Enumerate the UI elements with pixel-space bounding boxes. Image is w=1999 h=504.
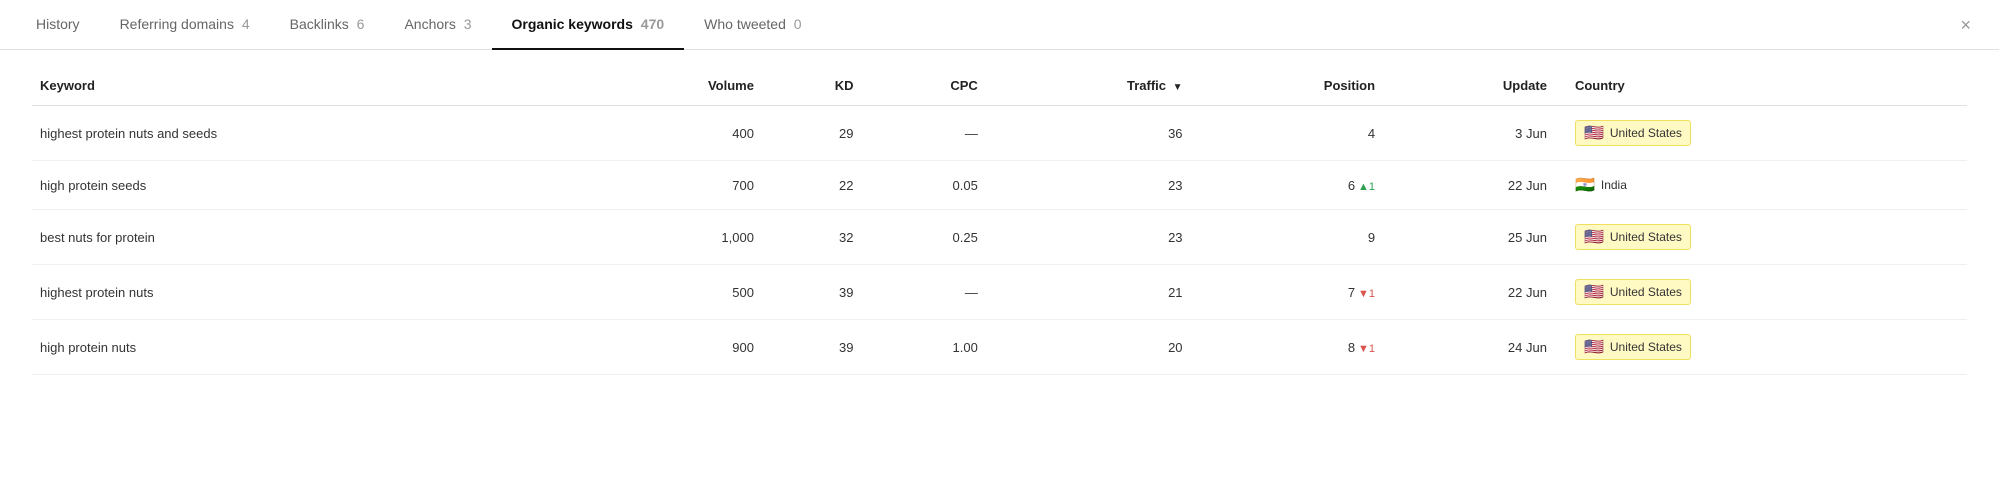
tab-backlinks[interactable]: Backlinks 6 [270, 0, 385, 50]
cell-kd: 29 [762, 106, 862, 161]
country-plain: 🇮🇳 India [1575, 175, 1627, 195]
country-name: United States [1610, 285, 1682, 299]
country-badge: 🇺🇸 United States [1575, 334, 1691, 360]
cell-update: 3 Jun [1383, 106, 1555, 161]
cell-cpc: 0.25 [861, 210, 985, 265]
cell-position: 4 [1191, 106, 1384, 161]
cell-position: 6▲1 [1191, 161, 1384, 210]
col-header-keyword: Keyword [32, 66, 585, 106]
country-flag: 🇮🇳 [1575, 175, 1595, 195]
cell-cpc: 1.00 [861, 320, 985, 375]
cell-kd: 39 [762, 265, 862, 320]
col-header-update: Update [1383, 66, 1555, 106]
tab-organic-keywords[interactable]: Organic keywords 470 [492, 0, 685, 50]
cell-traffic: 23 [986, 161, 1191, 210]
cell-update: 25 Jun [1383, 210, 1555, 265]
cell-keyword: best nuts for protein [32, 210, 585, 265]
table-row: highest protein nuts50039—217▼122 Jun 🇺🇸 U… [32, 265, 1967, 320]
country-flag: 🇺🇸 [1584, 123, 1604, 143]
cell-cpc: — [861, 265, 985, 320]
col-header-position: Position [1191, 66, 1384, 106]
cell-keyword: highest protein nuts and seeds [32, 106, 585, 161]
cell-country: 🇺🇸 United States [1555, 106, 1967, 161]
sort-icon: ▼ [1173, 82, 1183, 93]
position-up-icon: ▲1 [1358, 181, 1375, 193]
tab-count-referring-domains: 4 [242, 16, 250, 32]
table-head: KeywordVolumeKDCPCTraffic ▼PositionUpdat… [32, 66, 1967, 106]
table-row: best nuts for protein1,000320.2523925 Ju… [32, 210, 1967, 265]
cell-keyword: high protein nuts [32, 320, 585, 375]
cell-traffic: 21 [986, 265, 1191, 320]
country-flag: 🇺🇸 [1584, 227, 1604, 247]
cell-keyword: highest protein nuts [32, 265, 585, 320]
col-header-country: Country [1555, 66, 1967, 106]
cell-volume: 1,000 [585, 210, 762, 265]
cell-cpc: 0.05 [861, 161, 985, 210]
country-name: United States [1610, 340, 1682, 354]
cell-update: 22 Jun [1383, 161, 1555, 210]
table-row: high protein nuts900391.00208▼124 Jun 🇺🇸 U… [32, 320, 1967, 375]
country-name: United States [1610, 126, 1682, 140]
cell-country: 🇺🇸 United States [1555, 210, 1967, 265]
country-flag: 🇺🇸 [1584, 282, 1604, 302]
country-badge: 🇺🇸 United States [1575, 279, 1691, 305]
cell-volume: 700 [585, 161, 762, 210]
table-container: KeywordVolumeKDCPCTraffic ▼PositionUpdat… [0, 50, 1999, 391]
cell-traffic: 20 [986, 320, 1191, 375]
cell-update: 22 Jun [1383, 265, 1555, 320]
cell-position: 7▼1 [1191, 265, 1384, 320]
country-flag: 🇺🇸 [1584, 337, 1604, 357]
table-row: highest protein nuts and seeds40029—3643… [32, 106, 1967, 161]
cell-keyword: high protein seeds [32, 161, 585, 210]
country-badge: 🇺🇸 United States [1575, 120, 1691, 146]
tab-count-organic-keywords: 470 [641, 16, 664, 32]
col-header-traffic[interactable]: Traffic ▼ [986, 66, 1191, 106]
country-name: India [1601, 178, 1627, 192]
tab-who-tweeted[interactable]: Who tweeted 0 [684, 0, 821, 50]
cell-kd: 22 [762, 161, 862, 210]
country-badge: 🇺🇸 United States [1575, 224, 1691, 250]
cell-kd: 39 [762, 320, 862, 375]
col-header-volume: Volume [585, 66, 762, 106]
tab-count-anchors: 3 [464, 16, 472, 32]
cell-volume: 500 [585, 265, 762, 320]
cell-country: 🇺🇸 United States [1555, 320, 1967, 375]
table-row: high protein seeds700220.05236▲122 Jun 🇮🇳… [32, 161, 1967, 210]
tab-count-backlinks: 6 [357, 16, 365, 32]
col-header-kd: KD [762, 66, 862, 106]
position-down-icon: ▼1 [1358, 288, 1375, 300]
cell-position: 8▼1 [1191, 320, 1384, 375]
cell-volume: 900 [585, 320, 762, 375]
cell-traffic: 23 [986, 210, 1191, 265]
position-down-icon: ▼1 [1358, 343, 1375, 355]
cell-cpc: — [861, 106, 985, 161]
cell-kd: 32 [762, 210, 862, 265]
close-button[interactable]: × [1948, 8, 1983, 42]
tab-anchors[interactable]: Anchors 3 [384, 0, 491, 50]
tab-count-who-tweeted: 0 [794, 16, 802, 32]
table-body: highest protein nuts and seeds40029—3643… [32, 106, 1967, 375]
cell-country: 🇮🇳 India [1555, 161, 1967, 210]
cell-update: 24 Jun [1383, 320, 1555, 375]
keywords-table: KeywordVolumeKDCPCTraffic ▼PositionUpdat… [32, 66, 1967, 375]
col-header-cpc: CPC [861, 66, 985, 106]
country-name: United States [1610, 230, 1682, 244]
tab-history[interactable]: History [16, 0, 100, 50]
tab-bar: HistoryReferring domains 4Backlinks 6Anc… [0, 0, 1999, 50]
tab-referring-domains[interactable]: Referring domains 4 [100, 0, 270, 50]
cell-position: 9 [1191, 210, 1384, 265]
cell-traffic: 36 [986, 106, 1191, 161]
cell-volume: 400 [585, 106, 762, 161]
cell-country: 🇺🇸 United States [1555, 265, 1967, 320]
